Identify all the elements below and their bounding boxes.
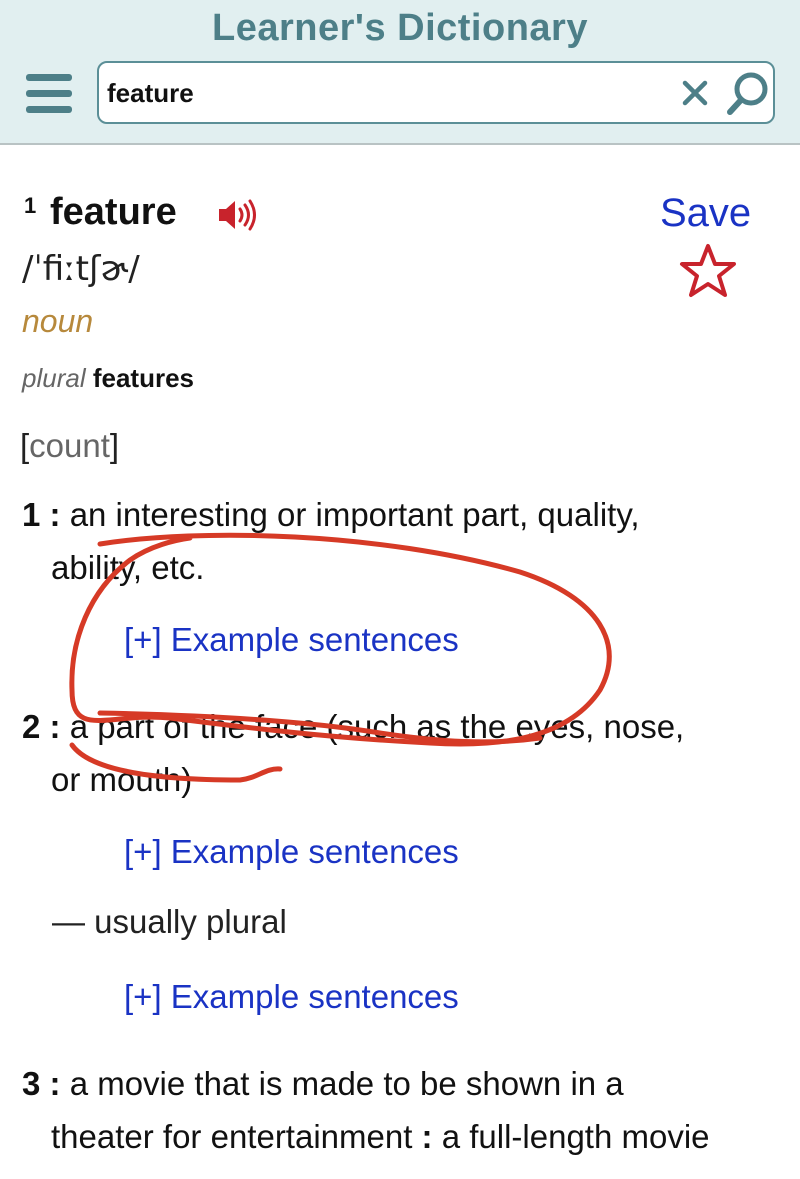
sense-number: 3 : (22, 1065, 61, 1102)
magnifier-icon[interactable] (725, 69, 771, 117)
sense-definition-cont: ability, etc. (51, 549, 205, 586)
sense-definition: an interesting or important part, qualit… (69, 496, 640, 533)
example-sentences-link[interactable]: [+] Example sentences (124, 621, 459, 659)
grammar-open: [ (20, 427, 30, 464)
star-outline-icon[interactable] (678, 242, 738, 300)
pronunciation: /ˈfiːtʃɚ/ (22, 249, 140, 289)
part-of-speech: noun (22, 303, 94, 339)
usage-note: — usually plural (52, 903, 287, 940)
hamburger-menu-icon[interactable] (26, 74, 72, 114)
grammar-count: count (29, 427, 110, 464)
close-icon[interactable] (677, 73, 713, 113)
headword: feature (50, 191, 177, 233)
plural-word: features (92, 363, 194, 393)
sense-3: 3 : a movie that is made to be shown in … (22, 1057, 792, 1163)
app-title: Learner's Dictionary (212, 7, 588, 49)
sense-number: 1 : (22, 496, 61, 533)
app-header: Learner's Dictionary (0, 0, 800, 145)
save-button[interactable]: Save (660, 191, 751, 236)
example-sentences-link[interactable]: [+] Example sentences (124, 833, 459, 871)
sense-definition-part: a full-length movie (441, 1118, 710, 1155)
homograph-number: 1 (24, 193, 37, 218)
speaker-icon[interactable] (216, 196, 258, 234)
sense-definition: a part of the face (such as the eyes, no… (69, 708, 685, 745)
search-box (97, 61, 775, 124)
plural-label: plural (22, 363, 86, 393)
grammar-close: ] (109, 427, 120, 464)
sense-definition: a movie that is made to be shown in a (69, 1065, 624, 1102)
definition-separator: : (421, 1118, 433, 1155)
plural-form: plural features (22, 363, 194, 394)
grammar-label: [count] (20, 427, 119, 465)
sense-number: 2 : (22, 708, 61, 745)
example-sentences-link[interactable]: [+] Example sentences (124, 978, 459, 1016)
sense-2: 2 : a part of the face (such as the eyes… (22, 700, 792, 806)
search-input[interactable] (107, 71, 667, 115)
sense-definition-cont: or mouth) (51, 761, 193, 798)
sense-definition-part: theater for entertainment (51, 1118, 413, 1155)
sense-definition-cont: theater for entertainment : a full-lengt… (22, 1110, 792, 1163)
sense-1: 1 : an interesting or important part, qu… (22, 488, 792, 594)
